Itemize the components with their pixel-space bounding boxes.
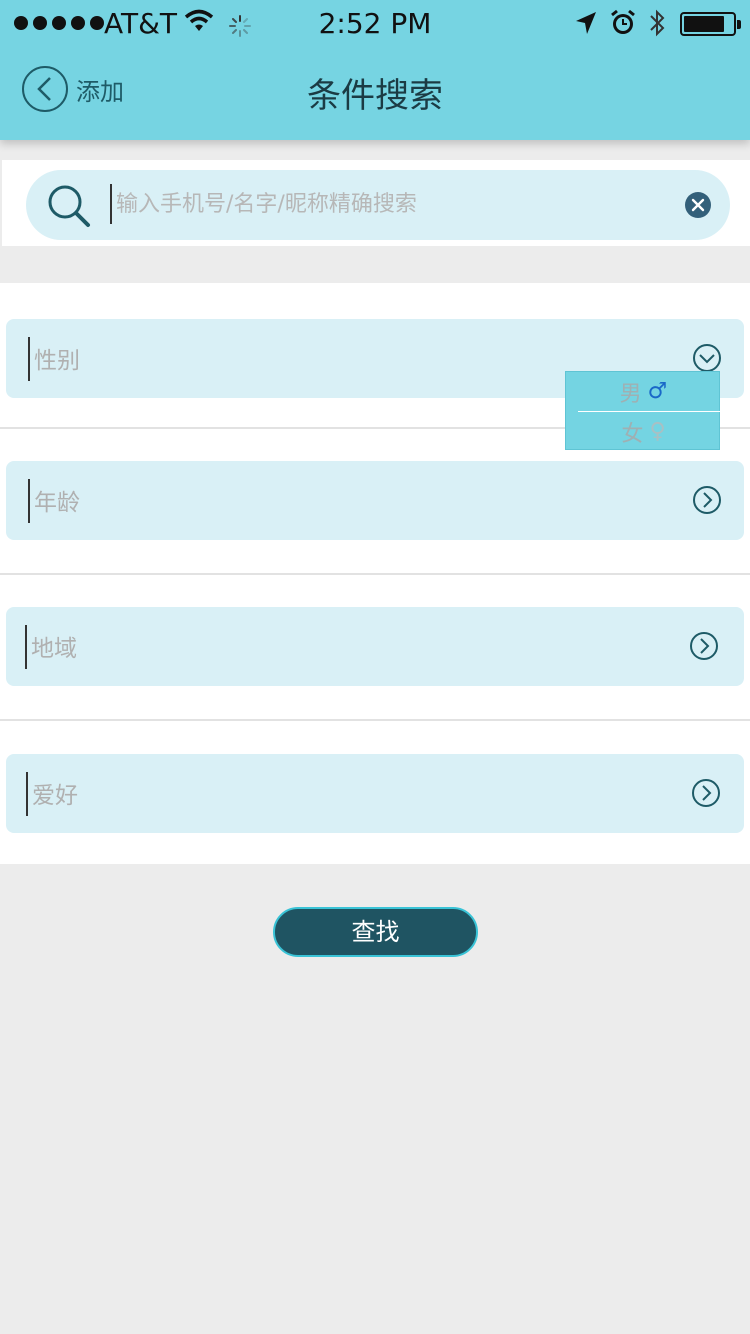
male-option-label: 男 — [619, 381, 642, 407]
text-cursor — [26, 772, 28, 816]
male-symbol-icon: ♂ — [647, 379, 668, 404]
text-cursor — [28, 337, 30, 381]
location-arrow-icon — [574, 10, 598, 43]
female-symbol-icon: ♀ — [649, 419, 666, 444]
gender-option-male[interactable]: 男 ♂ — [566, 372, 721, 411]
nav-header: AT&T 2:52 PM 添加 条件搜索 — [0, 0, 750, 140]
gender-dropdown: 男 ♂ 女 ♀ — [565, 371, 720, 450]
chevron-right-circle-icon — [692, 485, 722, 519]
hobby-label: 爱好 — [32, 783, 78, 809]
search-input[interactable] — [116, 182, 676, 226]
page-title: 条件搜索 — [307, 76, 443, 116]
text-cursor — [28, 479, 30, 523]
text-cursor — [110, 184, 112, 224]
hobby-field[interactable]: 爱好 — [6, 754, 744, 833]
divider — [0, 573, 750, 575]
gender-label: 性别 — [34, 348, 80, 374]
search-icon — [46, 183, 92, 233]
status-time: 2:52 PM — [318, 7, 432, 40]
search-bar[interactable] — [26, 170, 730, 240]
alarm-clock-icon — [610, 9, 636, 44]
battery-icon — [680, 12, 741, 36]
find-button[interactable]: 查找 — [273, 907, 478, 957]
age-field[interactable]: 年龄 — [6, 461, 744, 540]
status-bar: AT&T 2:52 PM — [0, 0, 750, 48]
text-cursor — [25, 625, 27, 669]
chevron-right-circle-icon — [689, 631, 719, 665]
close-icon — [691, 198, 705, 212]
clear-search-button[interactable] — [685, 192, 711, 218]
region-label: 地域 — [31, 636, 77, 662]
bluetooth-icon — [648, 8, 666, 45]
gender-option-female[interactable]: 女 ♀ — [566, 412, 721, 451]
region-field[interactable]: 地域 — [6, 607, 744, 686]
age-label: 年龄 — [34, 490, 80, 516]
search-section — [2, 160, 750, 246]
female-option-label: 女 — [621, 421, 644, 447]
divider — [0, 719, 750, 721]
chevron-right-circle-icon — [691, 778, 721, 812]
